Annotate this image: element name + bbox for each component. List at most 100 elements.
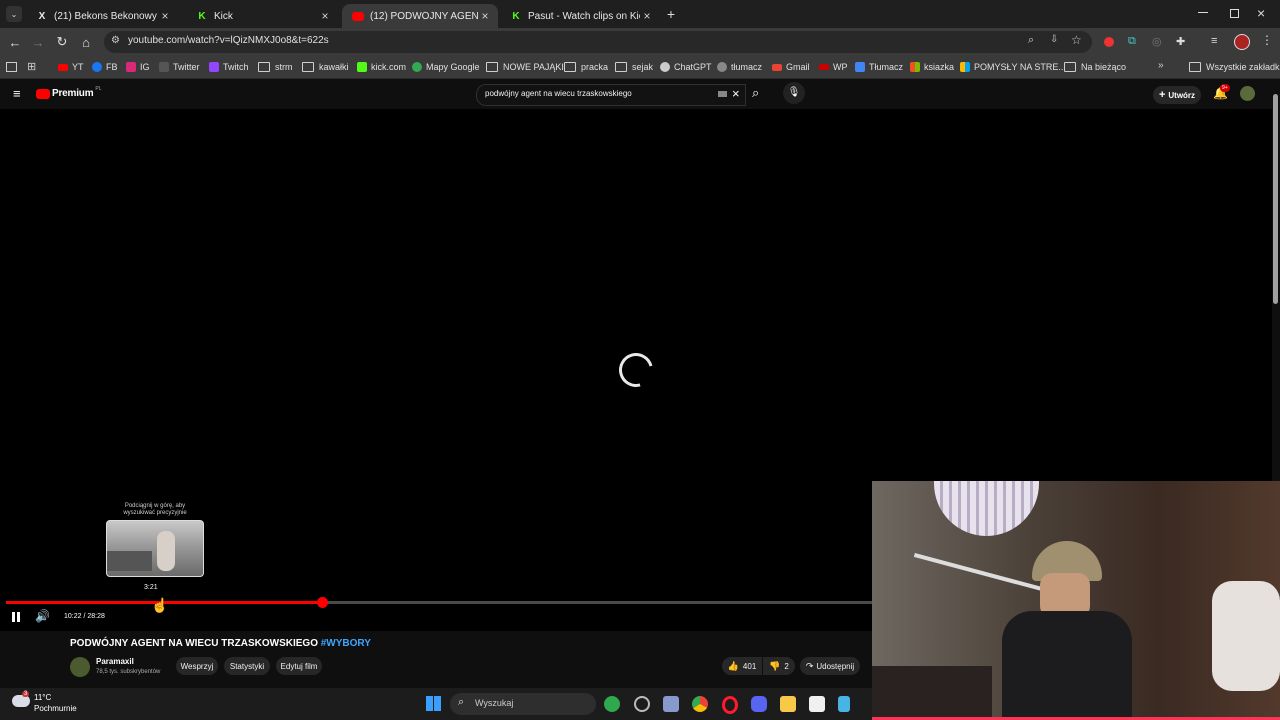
bookmark-ksiazka[interactable]: ksiazka xyxy=(910,60,954,74)
keyboard-icon[interactable] xyxy=(718,91,727,97)
channel-name[interactable]: Paramaxil xyxy=(96,657,134,666)
bookmark-all[interactable]: Wszystkie zakładki xyxy=(1189,60,1280,74)
sidebar-icon[interactable] xyxy=(6,62,17,72)
bookmark-label: NOWE PAJĄKI xyxy=(503,62,564,72)
clear-search-icon[interactable]: × xyxy=(732,86,740,101)
photo-app-icon[interactable] xyxy=(663,696,679,712)
forward-icon[interactable]: → xyxy=(29,33,47,51)
globe-icon xyxy=(717,62,727,72)
close-icon[interactable]: × xyxy=(158,9,172,23)
close-icon[interactable]: × xyxy=(318,9,332,23)
tab-kick-clips[interactable]: K Pasut - Watch clips on Kick × xyxy=(500,4,660,28)
search-box[interactable]: podwójny agent na wiecu trzaskowskiego × xyxy=(476,84,746,106)
bookmark-twitter[interactable]: Twitter xyxy=(159,60,200,74)
record-extension-icon[interactable] xyxy=(1104,37,1114,47)
zoom-icon[interactable]: ⌕ xyxy=(1028,34,1034,47)
menu-icon[interactable]: ⋮ xyxy=(1261,33,1273,47)
bookmark-nowe-pajaki[interactable]: NOWE PAJĄKI xyxy=(486,60,564,74)
profile-icon[interactable] xyxy=(1234,34,1250,50)
youtube-logo[interactable]: Premium PL xyxy=(36,85,102,99)
stats-button[interactable]: Statystyki xyxy=(224,657,270,675)
tab-youtube[interactable]: (12) PODWÓJNY AGENT NA WI × xyxy=(342,4,498,28)
bookmark-twitch[interactable]: Twitch xyxy=(209,60,249,74)
puzzle-icon[interactable]: ✚ xyxy=(1176,35,1185,48)
search-input[interactable]: podwójny agent na wiecu trzaskowskiego xyxy=(485,89,632,98)
bookmark-wp[interactable]: WP xyxy=(819,60,848,74)
share-button[interactable]: ↷ Udostępnij xyxy=(800,657,860,675)
shield-app-icon[interactable] xyxy=(604,696,620,712)
progress-bar[interactable] xyxy=(6,597,872,608)
extension-gray-icon[interactable]: ◎ xyxy=(1152,35,1162,48)
bookmark-pracka[interactable]: pracka xyxy=(564,60,608,74)
bookmark-kawalki[interactable]: kawałki xyxy=(302,60,349,74)
search-icon[interactable]: ⌕ xyxy=(752,85,759,101)
new-tab-button[interactable]: + xyxy=(664,6,678,22)
tab-twitter[interactable]: X (21) Bekons Bekonowy w serwis × xyxy=(26,4,178,28)
bookmark-tlumacz2[interactable]: Tłumacz xyxy=(855,60,903,74)
discord-icon[interactable] xyxy=(751,696,767,712)
logo-text: Premium xyxy=(52,88,94,99)
bookmark-fb[interactable]: FB xyxy=(92,60,118,74)
minimize-icon[interactable] xyxy=(1198,12,1208,13)
bookmark-ig[interactable]: IG xyxy=(126,60,150,74)
install-icon[interactable]: ⇩ xyxy=(1050,34,1058,45)
media-icon[interactable]: ≡ xyxy=(1211,35,1217,47)
folder-icon xyxy=(258,62,270,72)
scrollbar-thumb[interactable] xyxy=(1273,94,1278,304)
taskbar-search-box[interactable]: ⌕ Wyszukaj xyxy=(450,693,596,715)
close-window-icon[interactable]: × xyxy=(1257,5,1265,21)
edit-video-button[interactable]: Edytuj film xyxy=(276,657,322,675)
bookmark-tlumacz[interactable]: tłumacz xyxy=(717,60,762,74)
channel-avatar[interactable] xyxy=(70,657,90,677)
notepad-icon[interactable] xyxy=(838,696,850,712)
bookmark-na-biezaco[interactable]: Na bieżąco xyxy=(1064,60,1126,74)
folder-icon xyxy=(302,62,314,72)
hamburger-icon[interactable]: ≡ xyxy=(13,86,21,101)
chrome-icon[interactable] xyxy=(692,696,708,712)
extension-icon[interactable]: ⧉ xyxy=(1128,35,1136,48)
bookmark-gmail[interactable]: Gmail xyxy=(772,60,810,74)
tab-kick[interactable]: K Kick × xyxy=(186,4,338,28)
close-icon[interactable]: × xyxy=(478,9,492,23)
restore-icon[interactable] xyxy=(1230,9,1239,18)
seek-preview-time: 3:21 xyxy=(144,584,158,591)
dislike-button[interactable]: 👎 2 xyxy=(763,657,795,675)
region-label: PL xyxy=(95,85,102,92)
dislike-count: 2 xyxy=(784,661,789,671)
create-button[interactable]: + Utwórz xyxy=(1153,86,1201,104)
capcut-icon[interactable] xyxy=(809,696,825,712)
more-bookmarks-icon[interactable]: » xyxy=(1158,60,1164,71)
bookmark-label: FB xyxy=(106,62,118,72)
like-count: 401 xyxy=(742,661,757,671)
apps-icon[interactable]: ⊞ xyxy=(27,60,36,73)
settings-app-icon[interactable] xyxy=(634,696,650,712)
back-icon[interactable]: ← xyxy=(6,33,24,51)
home-icon[interactable]: ⌂ xyxy=(77,33,95,51)
voice-search-icon[interactable]: 🎙 xyxy=(783,82,805,104)
windows-start-icon[interactable] xyxy=(426,696,441,711)
bookmark-maps[interactable]: Mapy Google xyxy=(412,60,480,74)
star-icon[interactable]: ☆ xyxy=(1071,33,1082,47)
opera-icon[interactable] xyxy=(722,696,738,714)
address-bar[interactable]: ⚙ youtube.com/watch?v=lQizNMXJ0o8&t=622s… xyxy=(104,31,1092,53)
bookmark-chatgpt[interactable]: ChatGPT xyxy=(660,60,712,74)
pause-icon[interactable] xyxy=(12,612,20,622)
reload-icon[interactable]: ↻ xyxy=(53,33,71,51)
bookmark-kick[interactable]: kick.com xyxy=(357,60,406,74)
weather-icon[interactable] xyxy=(12,695,30,707)
close-icon[interactable]: × xyxy=(640,9,654,23)
bookmark-yt[interactable]: YT xyxy=(58,60,84,74)
file-explorer-icon[interactable] xyxy=(780,696,796,712)
hashtag-link[interactable]: #WYBORY xyxy=(321,638,371,649)
bookmark-strm[interactable]: strm xyxy=(258,60,293,74)
bookmark-pomysly[interactable]: POMYSŁY NA STRE... xyxy=(960,60,1066,74)
support-button[interactable]: Wesprzyj xyxy=(176,657,218,675)
share-label: Udostępnij xyxy=(816,661,855,671)
avatar[interactable] xyxy=(1240,86,1255,101)
volume-icon[interactable]: 🔊 xyxy=(35,609,50,623)
progress-scrubber[interactable] xyxy=(317,597,329,608)
bookmark-sejak[interactable]: sejak xyxy=(615,60,653,74)
like-button[interactable]: 👍 401 xyxy=(722,657,762,675)
tab-search-button[interactable]: ⌄ xyxy=(6,6,22,22)
site-info-icon[interactable]: ⚙ xyxy=(111,35,120,46)
